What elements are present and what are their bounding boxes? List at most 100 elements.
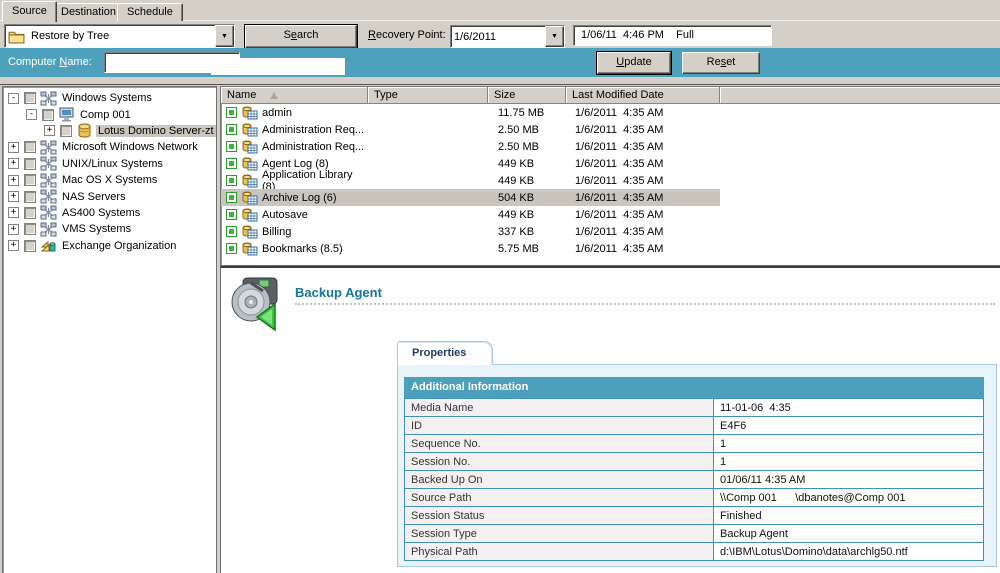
tab-strip: Source Destination Schedule xyxy=(0,0,1000,21)
include-checkbox-icon[interactable] xyxy=(226,243,237,254)
tab-properties[interactable]: Properties xyxy=(397,341,493,365)
tab-source[interactable]: Source xyxy=(2,1,57,22)
include-checkbox-icon[interactable] xyxy=(226,192,237,203)
restore-mode-select[interactable]: Restore by Tree ▼ xyxy=(4,24,235,48)
property-label: Session Type xyxy=(405,525,714,543)
tab-schedule[interactable]: Schedule xyxy=(117,3,183,21)
network-icon xyxy=(40,140,57,155)
tree-checkbox[interactable] xyxy=(42,109,54,121)
additional-information-table: Media Name 11-01-06 4:35 ID E4F6 Sequenc… xyxy=(404,398,984,561)
table-row[interactable]: Billing 337 KB 1/6/2011 4:35 AM xyxy=(221,223,1000,240)
recovery-point-label: Recovery Point: xyxy=(368,29,446,41)
property-label: Media Name xyxy=(405,399,714,417)
computer-name-input[interactable] xyxy=(211,58,345,75)
table-row[interactable]: admin 11.75 MB 1/6/2011 4:35 AM xyxy=(221,104,1000,121)
property-value: d:\IBM\Lotus\Domino\data\archlg50.ntf xyxy=(714,543,984,561)
property-label: Physical Path xyxy=(405,543,714,561)
tree-item-as400-systems[interactable]: + AS400 Systems xyxy=(8,205,216,221)
expand-toggle-icon[interactable]: + xyxy=(8,142,19,153)
include-checkbox-icon[interactable] xyxy=(226,124,237,135)
recovery-point-select[interactable]: 1/6/2011 ▼ xyxy=(450,25,565,48)
table-row[interactable]: Bookmarks (8.5) 5.75 MB 1/6/2011 4:35 AM xyxy=(221,240,1000,257)
table-row[interactable]: Application Library (8) 449 KB 1/6/2011 … xyxy=(221,172,1000,189)
collapse-toggle-icon[interactable]: - xyxy=(8,93,19,104)
column-header-modified[interactable]: Last Modified Date xyxy=(566,87,720,104)
include-checkbox-icon[interactable] xyxy=(226,209,237,220)
expand-toggle-icon[interactable]: + xyxy=(8,224,19,235)
database-table-icon xyxy=(242,174,258,188)
tree-item-windows-systems[interactable]: - Windows Systems xyxy=(8,90,216,106)
include-checkbox-icon[interactable] xyxy=(226,141,237,152)
file-list-header: Name Type Size Last Modified Date xyxy=(221,87,1000,104)
recovery-point-dropdown-icon[interactable]: ▼ xyxy=(545,26,564,47)
title-divider xyxy=(295,303,995,305)
recovery-point-value: 1/6/2011 xyxy=(451,31,545,43)
session-detail-panel: Backup Agent Properties Additional Infor… xyxy=(220,266,1000,573)
table-row: Backed Up On 01/06/11 4:35 AM xyxy=(405,471,984,489)
include-checkbox-icon[interactable] xyxy=(226,175,237,186)
tree-item-mac-os-x-systems[interactable]: + Mac OS X Systems xyxy=(8,172,216,188)
tree-checkbox[interactable] xyxy=(24,191,36,203)
expand-toggle-icon[interactable]: + xyxy=(8,240,19,251)
database-table-icon xyxy=(242,191,258,205)
tree-item-unix-linux-systems[interactable]: + UNIX/Linux Systems xyxy=(8,156,216,172)
tree-checkbox[interactable] xyxy=(24,207,36,219)
collapse-toggle-icon[interactable]: - xyxy=(26,109,37,120)
table-row: Sequence No. 1 xyxy=(405,435,984,453)
table-row: Media Name 11-01-06 4:35 xyxy=(405,399,984,417)
section-header: Additional Information xyxy=(404,377,984,398)
property-value: 11-01-06 4:35 xyxy=(714,399,984,417)
expand-toggle-icon[interactable]: + xyxy=(8,158,19,169)
include-checkbox-icon[interactable] xyxy=(226,158,237,169)
hard-disk-icon xyxy=(229,274,285,332)
tree-checkbox[interactable] xyxy=(24,223,36,235)
tree-checkbox[interactable] xyxy=(24,240,36,252)
column-header-name[interactable]: Name xyxy=(221,87,368,104)
tree-checkbox[interactable] xyxy=(24,158,36,170)
expand-toggle-icon[interactable]: + xyxy=(8,175,19,186)
panel-divider-top xyxy=(0,84,1000,85)
sort-ascending-icon xyxy=(270,92,278,99)
property-label: Session No. xyxy=(405,453,714,471)
table-row[interactable]: Administration Req... 2.50 MB 1/6/2011 4… xyxy=(221,121,1000,138)
tree-checkbox[interactable] xyxy=(24,141,36,153)
exchange-icon xyxy=(40,238,57,253)
tree-item-vms-systems[interactable]: + VMS Systems xyxy=(8,221,216,237)
network-icon xyxy=(40,91,57,106)
table-row[interactable]: Administration Req... 2.50 MB 1/6/2011 4… xyxy=(221,138,1000,155)
expand-toggle-icon[interactable]: + xyxy=(8,191,19,202)
filter-bar: Computer Name: Update Reset xyxy=(0,48,1000,77)
search-button[interactable]: Search xyxy=(245,25,357,48)
tree-item-lotus-domino-server[interactable]: + Lotus Domino Server-zt xyxy=(8,123,216,139)
table-row-selected[interactable]: Archive Log (6) 504 KB 1/6/2011 4:35 AM xyxy=(221,189,1000,206)
tree-item-microsoft-windows-network[interactable]: + Microsoft Windows Network xyxy=(8,139,216,155)
expand-toggle-icon[interactable]: + xyxy=(8,207,19,218)
tab-destination[interactable]: Destination xyxy=(51,3,126,21)
include-checkbox-icon[interactable] xyxy=(226,107,237,118)
column-header-size[interactable]: Size xyxy=(488,87,566,104)
property-value: Backup Agent xyxy=(714,525,984,543)
tree-item-comp-001[interactable]: - Comp 001 xyxy=(8,106,216,122)
restore-mode-dropdown-icon[interactable]: ▼ xyxy=(215,25,234,47)
detail-title: Backup Agent xyxy=(295,285,382,300)
table-row[interactable]: Autosave 449 KB 1/6/2011 4:35 AM xyxy=(221,206,1000,223)
tree-item-nas-servers[interactable]: + NAS Servers xyxy=(8,188,216,204)
network-icon xyxy=(40,156,57,171)
property-value: E4F6 xyxy=(714,417,984,435)
column-header-type[interactable]: Type xyxy=(368,87,488,104)
tree-item-exchange-organization[interactable]: + Exchange Organization xyxy=(8,238,216,254)
database-table-icon xyxy=(242,242,258,256)
tree-checkbox[interactable] xyxy=(60,125,72,137)
expand-toggle-icon[interactable]: + xyxy=(44,125,55,136)
table-row: Physical Path d:\IBM\Lotus\Domino\data\a… xyxy=(405,543,984,561)
database-table-icon xyxy=(242,123,258,137)
tree-checkbox[interactable] xyxy=(24,92,36,104)
update-button[interactable]: Update xyxy=(597,52,671,74)
file-list: Name Type Size Last Modified Date admin xyxy=(220,86,1000,266)
restore-manager-window: Source Destination Schedule Restore by T… xyxy=(0,0,1000,573)
property-label: Session Status xyxy=(405,507,714,525)
recovery-time-field[interactable]: 1/06/11 4:46 PM Full xyxy=(573,25,772,46)
include-checkbox-icon[interactable] xyxy=(226,226,237,237)
tree-checkbox[interactable] xyxy=(24,174,36,186)
reset-button[interactable]: Reset xyxy=(682,52,760,74)
